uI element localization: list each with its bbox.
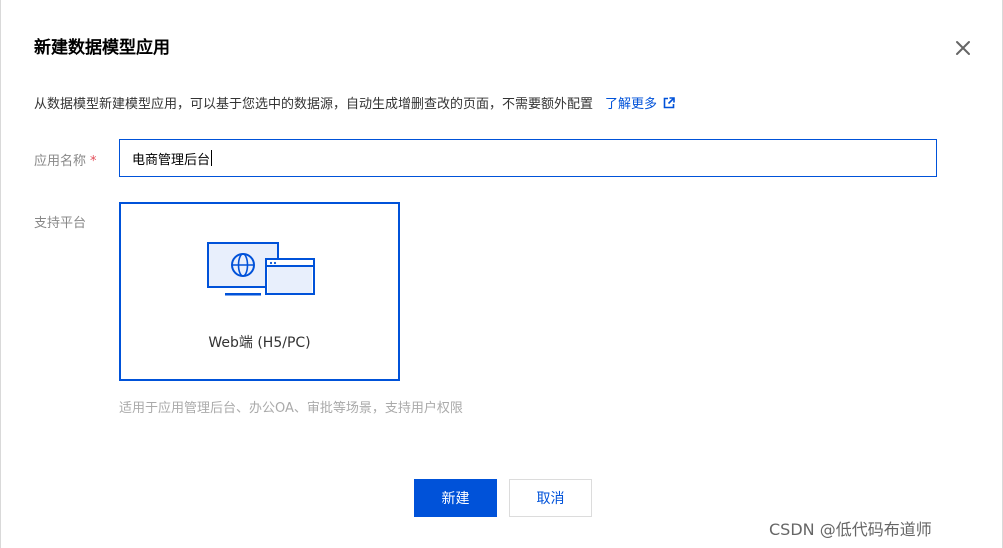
close-button[interactable]	[951, 36, 975, 60]
platform-hint: 适用于应用管理后台、办公OA、审批等场景，支持用户权限	[119, 401, 463, 416]
app-name-label: 应用名称 *	[34, 150, 97, 169]
watermark-text: CSDN @低代码布道师	[769, 520, 932, 539]
platform-label: 支持平台	[34, 216, 87, 231]
cancel-button[interactable]: 取消	[509, 479, 592, 517]
learn-more-label: 了解更多	[605, 97, 658, 112]
description-text: 从数据模型新建模型应用，可以基于您选中的数据源，自动生成增删查改的页面，不需要额…	[34, 97, 594, 112]
web-platform-icon	[207, 242, 315, 296]
create-button[interactable]: 新建	[414, 479, 497, 517]
external-link-icon	[663, 96, 675, 108]
app-name-input[interactable]: 电商管理后台	[119, 139, 937, 177]
text-caret	[211, 150, 213, 166]
required-mark: *	[90, 154, 97, 169]
close-icon	[956, 41, 970, 55]
platform-option-label: Web端 (H5/PC)	[208, 335, 311, 351]
platform-option-web[interactable]: Web端 (H5/PC)	[119, 202, 400, 381]
app-name-label-text: 应用名称	[34, 154, 87, 169]
create-model-app-dialog: 新建数据模型应用 从数据模型新建模型应用，可以基于您选中的数据源，自动生成增删查…	[0, 0, 1003, 548]
dialog-title: 新建数据模型应用	[34, 38, 170, 58]
learn-more-link[interactable]: 了解更多	[605, 93, 675, 112]
app-name-value: 电商管理后台	[132, 152, 211, 168]
dialog-description: 从数据模型新建模型应用，可以基于您选中的数据源，自动生成增删查改的页面，不需要额…	[34, 93, 675, 112]
